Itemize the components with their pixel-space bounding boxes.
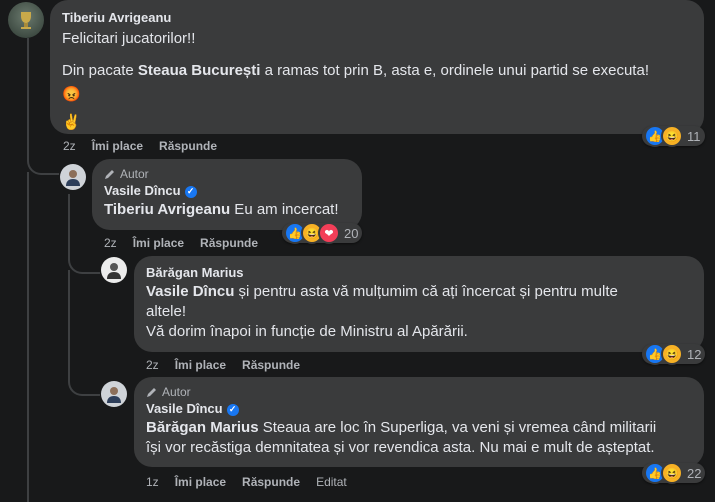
verified-icon: ✓ [184, 185, 197, 198]
author-badge: Autor [104, 166, 350, 182]
comment-text: își vor recăstiga demnitatea și vor reve… [146, 439, 655, 456]
victory-emoji: ✌️ [62, 114, 81, 131]
reaction-count: 12 [687, 346, 702, 362]
comment-text: Bărăgan Marius Steaua are loc în Superli… [146, 418, 692, 438]
avatar[interactable] [101, 381, 127, 407]
reactions-summary[interactable]: 👍 😆 ❤ 20 [282, 222, 363, 244]
bold-mention[interactable]: Steaua București [138, 62, 261, 79]
avatar[interactable] [60, 164, 86, 190]
mention[interactable]: Tiberiu Avrigeanu [104, 201, 230, 218]
comment-author[interactable]: Vasile Dîncu ✓ [146, 400, 692, 417]
avatar[interactable] [8, 2, 44, 38]
author-badge: Autor [146, 384, 692, 400]
angry-emoji: 😡 [62, 86, 81, 103]
author-name[interactable]: Vasile Dîncu [104, 183, 181, 198]
like-button[interactable]: Îmi place [175, 474, 226, 490]
edited-label: Editat [316, 475, 347, 489]
timestamp[interactable]: 2z [63, 138, 76, 154]
person-avatar-icon [107, 263, 121, 279]
comment-bubble: Autor Vasile Dîncu ✓ Tiberiu Avrigeanu Eu… [92, 159, 362, 230]
reactions-summary[interactable]: 👍 😆 22 [642, 462, 706, 484]
reply-button[interactable]: Răspunde [159, 138, 217, 154]
comment-author[interactable]: Tiberiu Avrigeanu [62, 9, 692, 26]
haha-icon: 😆 [661, 343, 683, 365]
heart-icon: ❤ [318, 222, 340, 244]
comment-text: Din pacate Steaua București a ramas tot … [62, 61, 692, 81]
comment-actions: 2z Îmi place Răspunde [104, 235, 258, 251]
text-fragment: Eu am incercat! [230, 201, 339, 218]
comment-text: Felicitari jucatorilor!! [62, 30, 196, 47]
reply-button[interactable]: Răspunde [242, 474, 300, 490]
reply-button[interactable]: Răspunde [242, 357, 300, 373]
comment-actions: 2z Îmi place Răspunde [63, 138, 217, 154]
reaction-count: 20 [344, 225, 359, 241]
text-fragment: Steaua are loc în Superliga, va veni și … [258, 419, 657, 436]
comment-bubble: Autor Vasile Dîncu ✓ Bărăgan Marius Steau… [134, 377, 704, 467]
comment-actions: 2z Îmi place Răspunde [146, 357, 300, 373]
mention[interactable]: Vasile Dîncu [146, 283, 234, 300]
comment-bubble: Bărăgan Marius Vasile Dîncu și pentru as… [134, 256, 704, 352]
like-button[interactable]: Îmi place [175, 357, 226, 373]
person-avatar-icon [107, 387, 121, 403]
haha-icon: 😆 [661, 462, 683, 484]
haha-icon: 😆 [661, 125, 683, 147]
comment-author[interactable]: Vasile Dîncu ✓ [104, 182, 350, 199]
timestamp[interactable]: 2z [146, 357, 159, 373]
text-fragment: Din pacate [62, 62, 138, 79]
reactions-summary[interactable]: 👍 😆 12 [642, 343, 706, 365]
text-fragment: a ramas tot prin B, asta e, ordinele unu… [260, 62, 649, 79]
comment-author[interactable]: Bărăgan Marius [146, 264, 692, 281]
author-name[interactable]: Vasile Dîncu [146, 401, 223, 416]
pencil-icon [105, 170, 114, 179]
comment-actions: 1z Îmi place Răspunde Editat [146, 474, 347, 490]
comment-text: Vă dorim înapoi in funcție de Ministru a… [146, 323, 468, 340]
comment-bubble: Tiberiu Avrigeanu Felicitari jucatorilor… [50, 0, 704, 134]
reaction-count: 11 [687, 128, 701, 144]
comment-text: Vasile Dîncu și pentru asta vă mulțumim … [146, 282, 692, 302]
trophy-avatar-icon [21, 12, 31, 29]
comment-text: altele! [146, 303, 187, 320]
reply-button[interactable]: Răspunde [200, 235, 258, 251]
thread-line [27, 172, 29, 502]
mention[interactable]: Bărăgan Marius [146, 419, 259, 436]
thread-line [68, 270, 100, 396]
author-badge-label: Autor [162, 385, 191, 399]
reaction-count: 22 [687, 465, 702, 481]
avatar[interactable] [101, 257, 127, 283]
pencil-icon [147, 388, 156, 397]
verified-icon: ✓ [226, 403, 239, 416]
person-avatar-icon [66, 170, 80, 186]
like-button[interactable]: Îmi place [133, 235, 184, 251]
text-fragment: și pentru asta vă mulțumim că ați încerc… [234, 283, 618, 300]
reactions-summary[interactable]: 👍 😆 11 [642, 125, 705, 147]
author-badge-label: Autor [120, 167, 149, 181]
timestamp[interactable]: 2z [104, 235, 117, 251]
timestamp[interactable]: 1z [146, 474, 159, 490]
like-button[interactable]: Îmi place [92, 138, 143, 154]
comment-text: Tiberiu Avrigeanu Eu am incercat! [104, 200, 350, 220]
